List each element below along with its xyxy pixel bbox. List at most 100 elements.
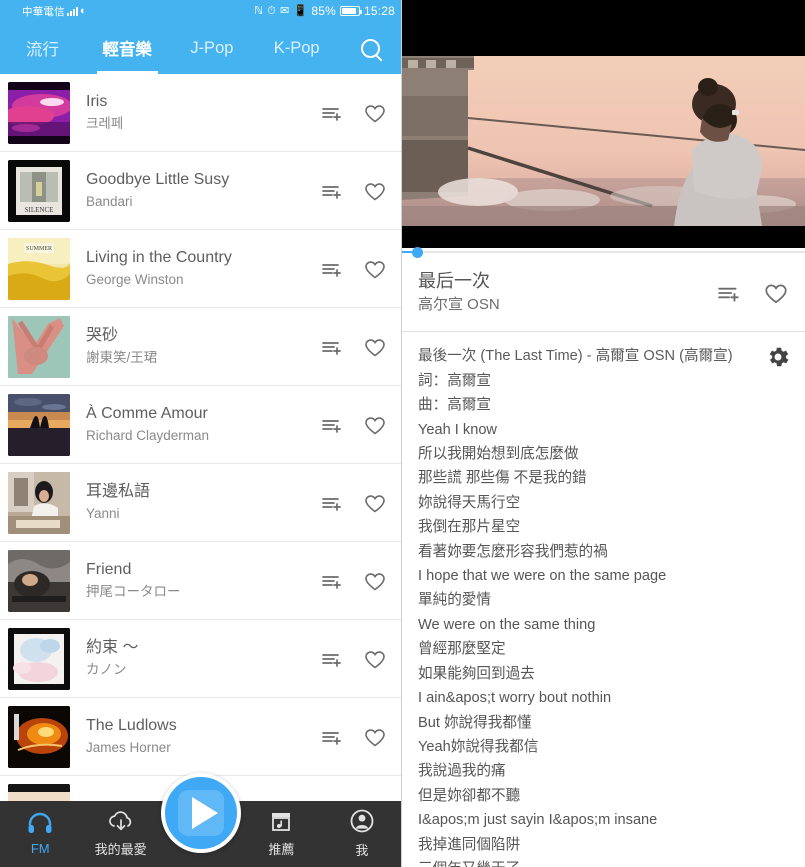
- table-row[interactable]: SUMMER Living in the Country George Wins…: [0, 230, 401, 308]
- playback-progress[interactable]: [402, 247, 805, 258]
- song-title: 耳邊私語: [86, 483, 151, 501]
- lyric-line: 但是妳卻都不聽: [418, 787, 521, 804]
- lyric-line: 詞：高爾宣: [418, 372, 491, 389]
- song-meta: 哭砂 謝東笑/王珺: [70, 326, 321, 366]
- heart-icon[interactable]: [763, 281, 789, 305]
- lyrics-panel[interactable]: 最後一次 (The Last Time) - 高爾宣 OSN (高爾宣) 詞：高…: [402, 332, 805, 867]
- nav-item-label: FM: [30, 841, 50, 856]
- heart-icon[interactable]: [363, 336, 387, 358]
- add-to-playlist-icon[interactable]: [321, 414, 343, 436]
- search-icon: [360, 38, 380, 58]
- heart-icon[interactable]: [363, 102, 387, 124]
- play-button[interactable]: [161, 773, 241, 853]
- song-artist: Yanni: [86, 505, 120, 521]
- nav-item-recommend[interactable]: 推薦: [241, 810, 321, 858]
- clock-label: 15:28: [363, 4, 395, 18]
- song-title: 哭砂: [86, 327, 119, 345]
- lyric-line: 看著妳要怎麼形容我們惹的禍: [418, 543, 608, 560]
- nav-item-label: 推薦: [268, 842, 295, 857]
- song-title: Living in the Country: [86, 249, 232, 267]
- gear-icon[interactable]: [765, 344, 791, 375]
- album-art: [8, 705, 70, 768]
- table-row[interactable]: Friend 押尾コータロー: [0, 542, 401, 620]
- person-icon: [350, 809, 374, 836]
- song-meta: 耳邊私語 Yanni: [70, 482, 321, 522]
- video-frame: [402, 0, 805, 248]
- row-actions: [321, 570, 387, 592]
- song-list[interactable]: Iris 크레페 SILENCE Goodbye Little Susy Ban…: [0, 74, 401, 867]
- heart-icon[interactable]: [363, 414, 387, 436]
- row-actions: [321, 336, 387, 358]
- lyric-line: 我說過我的痛: [418, 763, 506, 780]
- now-playing-actions: [717, 281, 789, 305]
- album-art: SUMMER: [8, 237, 70, 300]
- heart-icon[interactable]: [363, 726, 387, 748]
- video-player[interactable]: [402, 0, 805, 248]
- table-row[interactable]: 約束 ～ カノン: [0, 620, 401, 698]
- lyric-line: 如果能夠回到過去: [418, 665, 535, 682]
- table-row[interactable]: Iris 크레페: [0, 74, 401, 152]
- progress-track: [402, 251, 805, 253]
- tab-jpop[interactable]: J-Pop: [170, 22, 255, 74]
- song-meta: Friend 押尾コータロー: [70, 560, 321, 600]
- lyric-line: 單純的愛情: [418, 592, 491, 609]
- now-playing-title: 最后一次: [418, 270, 490, 291]
- nav-item-label: 我的最愛: [94, 842, 147, 857]
- song-title: À Comme Amour: [86, 405, 208, 423]
- progress-fill: [402, 251, 412, 253]
- heart-icon[interactable]: [363, 258, 387, 280]
- heart-icon[interactable]: [363, 492, 387, 514]
- lyric-line: Yeah妳說得我都信: [418, 738, 539, 755]
- row-actions: [321, 102, 387, 124]
- add-to-playlist-icon[interactable]: [321, 258, 343, 280]
- heart-icon[interactable]: [363, 648, 387, 670]
- status-bar: 中華電信 ◐ ℕ ⏱ ✉ 📱 85% 15:28: [0, 0, 401, 22]
- tab-label: 輕音樂: [102, 41, 152, 59]
- svg-text:SUMMER: SUMMER: [26, 246, 52, 252]
- lyric-line: 所以我開始想到底怎麼做: [418, 446, 579, 463]
- row-actions: [321, 258, 387, 280]
- lyric-line: 我倒在那片星空: [418, 519, 521, 536]
- song-meta: Goodbye Little Susy Bandari: [70, 170, 321, 210]
- add-to-playlist-icon[interactable]: [321, 180, 343, 202]
- nav-item-favorites[interactable]: 我的最愛: [80, 810, 160, 858]
- lyric-line: 最後一次 (The Last Time) - 高爾宣 OSN (高爾宣): [418, 348, 733, 365]
- search-button[interactable]: [339, 22, 401, 74]
- song-meta: Iris 크레페: [70, 92, 321, 132]
- add-to-playlist-icon[interactable]: [717, 281, 741, 305]
- progress-handle[interactable]: [412, 247, 423, 258]
- carrier-label: 中華電信: [22, 5, 65, 18]
- heart-icon[interactable]: [363, 570, 387, 592]
- nav-item-label: 我: [355, 843, 369, 858]
- nav-item-fm[interactable]: FM: [0, 812, 80, 856]
- table-row[interactable]: 耳邊私語 Yanni: [0, 464, 401, 542]
- lyric-line: We were on the same thing: [418, 616, 596, 633]
- song-title: The Ludlows: [86, 717, 177, 735]
- status-bar-left: 中華電信 ◐: [22, 4, 87, 19]
- song-artist: 押尾コータロー: [86, 583, 181, 599]
- tab-kpop[interactable]: K-Pop: [254, 22, 339, 74]
- tab-pop[interactable]: 流行: [0, 22, 85, 74]
- lyric-line: 那些謊 那些傷 不是我的錯: [418, 470, 587, 487]
- add-to-playlist-icon[interactable]: [321, 726, 343, 748]
- tab-light-music[interactable]: 輕音樂: [85, 22, 170, 74]
- add-to-playlist-icon[interactable]: [321, 570, 343, 592]
- add-to-playlist-icon[interactable]: [321, 648, 343, 670]
- add-to-playlist-icon[interactable]: [321, 492, 343, 514]
- song-artist: Richard Clayderman: [86, 427, 210, 443]
- nav-item-me[interactable]: 我: [322, 809, 401, 859]
- song-artist: James Horner: [86, 739, 171, 755]
- add-to-playlist-icon[interactable]: [321, 336, 343, 358]
- add-to-playlist-icon[interactable]: [321, 102, 343, 124]
- lyric-line: 我掉進同個陷阱: [418, 836, 521, 853]
- app-screen: 中華電信 ◐ ℕ ⏱ ✉ 📱 85% 15:28 流行 輕音樂 J-Pop K-…: [0, 0, 805, 867]
- row-actions: [321, 180, 387, 202]
- table-row[interactable]: À Comme Amour Richard Clayderman: [0, 386, 401, 464]
- heart-icon[interactable]: [363, 180, 387, 202]
- table-row[interactable]: The Ludlows James Horner: [0, 698, 401, 776]
- album-art: [8, 315, 70, 378]
- lyric-line: 曲：高爾宣: [418, 397, 491, 414]
- table-row[interactable]: SILENCE Goodbye Little Susy Bandari: [0, 152, 401, 230]
- player-panel: 最后一次 高尔宣 OSN 最後一次 (The Last Time) - 高爾宣 …: [402, 0, 805, 867]
- table-row[interactable]: 哭砂 謝東笑/王珺: [0, 308, 401, 386]
